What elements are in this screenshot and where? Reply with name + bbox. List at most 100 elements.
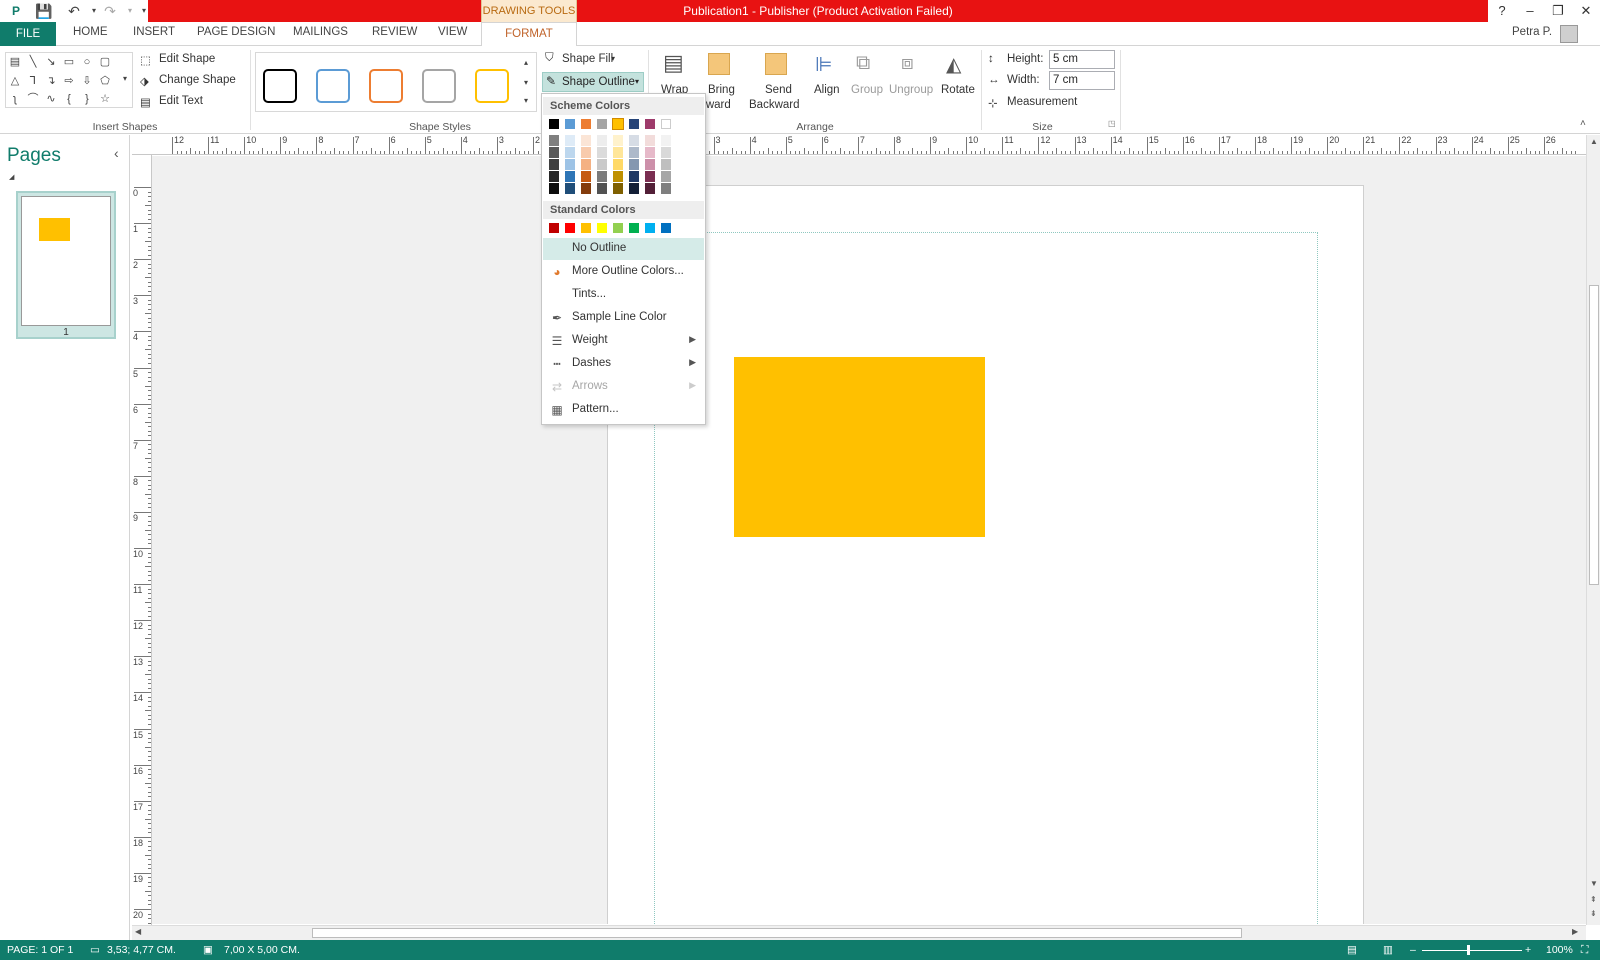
more-outline-colors-item[interactable]: ◕ More Outline Colors... bbox=[543, 261, 704, 283]
right-brace-shape-icon[interactable]: } bbox=[81, 93, 93, 105]
scheme-color-shade-swatch[interactable] bbox=[613, 135, 623, 146]
save-icon[interactable]: 💾 bbox=[34, 2, 54, 20]
fit-page-icon[interactable]: ⛶ bbox=[1581, 944, 1588, 957]
scheme-color-swatch[interactable] bbox=[597, 119, 607, 129]
tints-item[interactable]: Tints... bbox=[543, 284, 704, 306]
right-arrow-shape-icon[interactable]: ⇨ bbox=[63, 75, 75, 87]
next-page-icon[interactable]: ⇟ bbox=[1590, 909, 1597, 918]
shape-style-orange[interactable] bbox=[369, 69, 403, 103]
scheme-color-swatch[interactable] bbox=[645, 119, 655, 129]
horizontal-ruler[interactable]: 1211109876543210123456789101112131415161… bbox=[132, 135, 1586, 155]
tab-format[interactable]: FORMAT bbox=[481, 22, 577, 47]
standard-color-swatch[interactable] bbox=[613, 223, 623, 233]
scheme-color-shade-swatch[interactable] bbox=[549, 135, 559, 146]
shape-style-black[interactable] bbox=[263, 69, 297, 103]
weight-item[interactable]: ☰ Weight ▶ bbox=[543, 330, 704, 352]
freeform-shape-icon[interactable]: ʅ bbox=[9, 93, 21, 105]
scheme-color-shade-swatch[interactable] bbox=[645, 135, 655, 146]
pattern-item[interactable]: ▦ Pattern... bbox=[543, 399, 704, 421]
standard-color-swatch[interactable] bbox=[597, 223, 607, 233]
scheme-color-shade-swatch[interactable] bbox=[629, 171, 639, 182]
rectangle-shape-icon[interactable]: ▭ bbox=[63, 56, 75, 68]
edit-text-button[interactable]: Edit Text bbox=[159, 95, 203, 107]
horizontal-scroll-thumb[interactable] bbox=[312, 928, 1242, 938]
object-position[interactable]: 3,53; 4,77 CM. bbox=[107, 944, 176, 956]
scheme-color-shade-swatch[interactable] bbox=[565, 147, 575, 158]
tab-view[interactable]: VIEW bbox=[438, 26, 467, 38]
publication-canvas[interactable] bbox=[152, 156, 1586, 924]
change-shape-button[interactable]: Change Shape bbox=[159, 74, 236, 86]
scheme-color-shade-swatch[interactable] bbox=[581, 159, 591, 170]
elbow-connector-shape-icon[interactable]: ↴ bbox=[45, 75, 57, 87]
scheme-color-shade-swatch[interactable] bbox=[581, 147, 591, 158]
redo-icon[interactable]: ↷ bbox=[100, 2, 120, 20]
standard-color-swatch[interactable] bbox=[549, 223, 559, 233]
edit-shape-button[interactable]: Edit Shape bbox=[159, 53, 215, 65]
shape-style-gold[interactable] bbox=[475, 69, 509, 103]
close-button[interactable]: ✕ bbox=[1572, 0, 1600, 22]
scheme-color-shade-swatch[interactable] bbox=[629, 159, 639, 170]
triangle-shape-icon[interactable]: △ bbox=[9, 75, 21, 87]
dashes-item[interactable]: ┅ Dashes ▶ bbox=[543, 353, 704, 375]
tab-page-design[interactable]: PAGE DESIGN bbox=[197, 26, 275, 38]
scheme-color-shade-swatch[interactable] bbox=[613, 183, 623, 194]
user-avatar[interactable] bbox=[1560, 25, 1578, 43]
restore-button[interactable]: ❐ bbox=[1544, 0, 1572, 22]
scheme-color-shade-swatch[interactable] bbox=[597, 135, 607, 146]
scroll-left-icon[interactable]: ◀ bbox=[135, 927, 141, 936]
shape-fill-dropdown-icon[interactable]: ▾ bbox=[611, 54, 615, 63]
single-page-view-icon[interactable]: ▤ bbox=[1347, 944, 1357, 956]
scheme-color-shade-swatch[interactable] bbox=[565, 183, 575, 194]
undo-icon[interactable]: ↶ bbox=[64, 2, 84, 20]
publication-page[interactable] bbox=[607, 185, 1364, 924]
sample-line-color-item[interactable]: ✒ Sample Line Color bbox=[543, 307, 704, 329]
object-size[interactable]: 7,00 X 5,00 CM. bbox=[224, 944, 300, 956]
scheme-color-shade-swatch[interactable] bbox=[629, 183, 639, 194]
scheme-color-shade-swatch[interactable] bbox=[661, 171, 671, 182]
vertical-scrollbar[interactable]: ▲ ▼ ⇞ ⇟ bbox=[1586, 135, 1600, 925]
gallery-up-icon[interactable]: ▴ bbox=[520, 57, 532, 69]
gallery-more-icon[interactable]: ▾ bbox=[119, 73, 131, 85]
text-box-shape-icon[interactable]: ▤ bbox=[9, 56, 21, 68]
standard-color-swatch[interactable] bbox=[661, 223, 671, 233]
arrow-line-shape-icon[interactable]: ↘ bbox=[45, 56, 57, 68]
scheme-color-swatch[interactable] bbox=[612, 118, 624, 130]
callout-shape-icon[interactable]: ⬠ bbox=[99, 75, 111, 87]
scheme-color-swatch[interactable] bbox=[549, 119, 559, 129]
tab-insert[interactable]: INSERT bbox=[133, 26, 175, 38]
help-button[interactable]: ? bbox=[1488, 0, 1516, 22]
scheme-color-shade-swatch[interactable] bbox=[661, 135, 671, 146]
page-thumbnail[interactable]: 1 bbox=[16, 191, 116, 339]
zoom-in-icon[interactable]: + bbox=[1525, 944, 1531, 956]
no-outline-item[interactable]: No Outline bbox=[543, 238, 704, 260]
scheme-color-shade-swatch[interactable] bbox=[613, 171, 623, 182]
curve-shape-icon[interactable]: ∿ bbox=[45, 93, 57, 105]
scheme-color-shade-swatch[interactable] bbox=[645, 183, 655, 194]
scheme-color-shade-swatch[interactable] bbox=[597, 183, 607, 194]
shape-style-gray[interactable] bbox=[422, 69, 456, 103]
user-name[interactable]: Petra P. bbox=[1512, 26, 1552, 38]
scheme-color-swatch[interactable] bbox=[629, 119, 639, 129]
scroll-down-icon[interactable]: ▼ bbox=[1590, 879, 1598, 888]
scheme-color-shade-swatch[interactable] bbox=[581, 135, 591, 146]
section-collapse-icon[interactable]: ◢ bbox=[9, 173, 14, 181]
scheme-color-swatch[interactable] bbox=[565, 119, 575, 129]
scheme-color-shade-swatch[interactable] bbox=[661, 183, 671, 194]
left-brace-shape-icon[interactable]: { bbox=[63, 93, 75, 105]
zoom-slider-thumb[interactable] bbox=[1467, 945, 1470, 955]
scheme-color-shade-swatch[interactable] bbox=[597, 171, 607, 182]
scheme-color-shade-swatch[interactable] bbox=[549, 159, 559, 170]
vertical-scroll-thumb[interactable] bbox=[1589, 285, 1599, 585]
tab-home[interactable]: HOME bbox=[73, 26, 108, 38]
standard-color-swatch[interactable] bbox=[565, 223, 575, 233]
scheme-color-shade-swatch[interactable] bbox=[581, 171, 591, 182]
vertical-ruler[interactable]: 0 1 2 3 4 5 6 7 8 9 10 11 12 13 14 15 16 17 18 19 20 bbox=[132, 155, 152, 925]
scheme-color-shade-swatch[interactable] bbox=[597, 159, 607, 170]
zoom-out-icon[interactable]: – bbox=[1410, 944, 1416, 956]
arc-shape-icon[interactable]: ⌒ bbox=[27, 93, 39, 105]
shape-fill-button[interactable]: Shape Fill bbox=[562, 53, 613, 65]
scheme-color-swatch[interactable] bbox=[581, 119, 591, 129]
standard-color-swatch[interactable] bbox=[629, 223, 639, 233]
scheme-color-shade-swatch[interactable] bbox=[565, 159, 575, 170]
gallery-down-icon[interactable]: ▾ bbox=[520, 77, 532, 89]
